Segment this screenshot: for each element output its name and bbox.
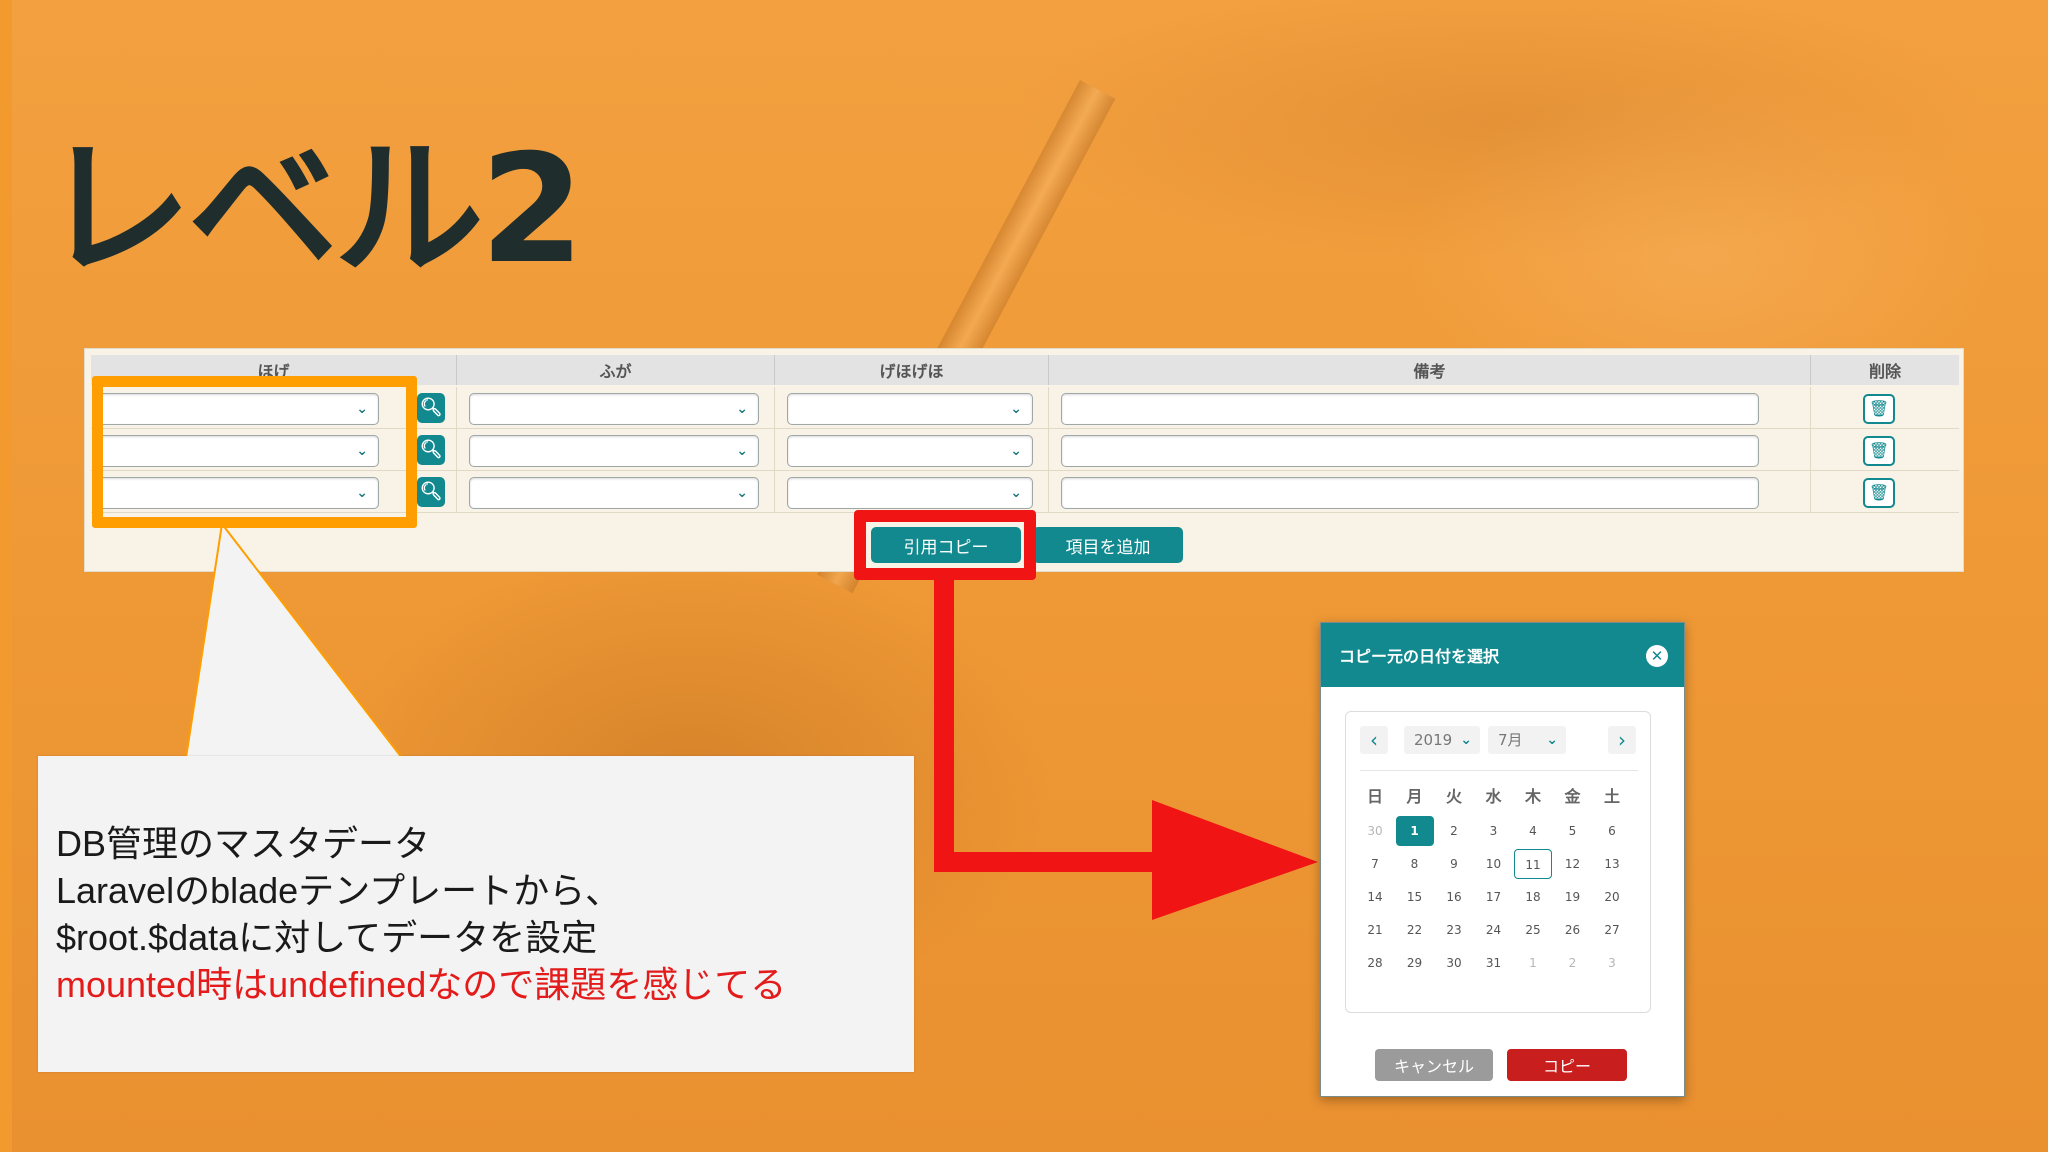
calendar-day[interactable]: 2: [1554, 948, 1592, 978]
calendar-day[interactable]: 9: [1435, 849, 1473, 879]
calendar-day[interactable]: 20: [1593, 882, 1631, 912]
calendar-day[interactable]: 1: [1395, 816, 1434, 846]
close-button[interactable]: ✕: [1646, 645, 1668, 667]
weekday-label: 火: [1445, 787, 1462, 806]
calendar-day[interactable]: 6: [1593, 816, 1631, 846]
copy-button[interactable]: コピー: [1507, 1049, 1627, 1081]
calendar-day[interactable]: 3: [1593, 948, 1631, 978]
calendar-day[interactable]: 25: [1514, 915, 1552, 945]
prev-month-button[interactable]: ‹: [1360, 726, 1388, 754]
chevron-down-icon: ⌄: [1460, 732, 1472, 748]
calendar-day[interactable]: 24: [1475, 915, 1513, 945]
calendar-day[interactable]: 7: [1356, 849, 1394, 879]
calendar-day[interactable]: 28: [1356, 948, 1394, 978]
calendar-day[interactable]: 10: [1475, 849, 1513, 879]
calendar-day[interactable]: 17: [1475, 882, 1513, 912]
year-value: 2019: [1414, 731, 1453, 749]
calendar-day[interactable]: 21: [1356, 915, 1394, 945]
calendar-day[interactable]: 30: [1435, 948, 1473, 978]
weekday-label: 日: [1366, 787, 1383, 806]
calendar-day[interactable]: 16: [1435, 882, 1473, 912]
calendar-day[interactable]: 4: [1514, 816, 1552, 846]
calendar-day[interactable]: 11: [1514, 849, 1552, 879]
calendar-day[interactable]: 8: [1396, 849, 1434, 879]
calendar-day[interactable]: 30: [1356, 816, 1394, 846]
calendar-day[interactable]: 29: [1396, 948, 1434, 978]
cancel-button[interactable]: キャンセル: [1375, 1049, 1493, 1081]
calendar-day[interactable]: 31: [1475, 948, 1513, 978]
dialog-title: コピー元の日付を選択: [1339, 647, 1500, 666]
close-icon: ✕: [1650, 647, 1664, 665]
calendar-divider: [1360, 770, 1638, 771]
calendar-day[interactable]: 1: [1514, 948, 1552, 978]
calendar-day[interactable]: 13: [1593, 849, 1631, 879]
calendar-day[interactable]: 15: [1396, 882, 1434, 912]
calendar-day[interactable]: 14: [1356, 882, 1394, 912]
year-select[interactable]: 2019 ⌄: [1404, 726, 1480, 754]
weekday-label: 木: [1524, 787, 1541, 806]
calendar-day[interactable]: 19: [1554, 882, 1592, 912]
month-value: 7月: [1498, 731, 1523, 749]
calendar-day[interactable]: 2: [1435, 816, 1473, 846]
flow-arrow: [934, 580, 1318, 920]
weekday-label: 水: [1485, 787, 1502, 806]
arrow-line: [934, 580, 1160, 872]
weekday-label: 月: [1406, 787, 1423, 806]
chevron-right-icon: ›: [1618, 728, 1626, 752]
calendar-day[interactable]: 3: [1475, 816, 1513, 846]
calendar-day[interactable]: 23: [1435, 915, 1473, 945]
calendar-day[interactable]: 18: [1514, 882, 1552, 912]
calendar-day[interactable]: 22: [1396, 915, 1434, 945]
chevron-left-icon: ‹: [1370, 728, 1378, 752]
weekday-label: 金: [1564, 787, 1581, 806]
arrow-head: [1152, 800, 1318, 920]
calendar-day[interactable]: 26: [1554, 915, 1592, 945]
calendar-day[interactable]: 12: [1554, 849, 1592, 879]
copy-date-dialog: コピー元の日付を選択 ✕ ‹ 2019 ⌄ 7月 ⌄ › 日月火水木金土 30 1 2 3 4…: [1320, 622, 1685, 1097]
next-month-button[interactable]: ›: [1608, 726, 1636, 754]
calendar: ‹ 2019 ⌄ 7月 ⌄ › 日月火水木金土 30 1 2 3 4 5 6 7 8 9 10 11 12 13…: [1345, 711, 1651, 1013]
chevron-down-icon: ⌄: [1546, 732, 1558, 748]
calendar-day[interactable]: 27: [1593, 915, 1631, 945]
weekday-label: 土: [1603, 787, 1620, 806]
dialog-header: コピー元の日付を選択 ✕: [1321, 623, 1684, 687]
calendar-day[interactable]: 5: [1554, 816, 1592, 846]
month-select[interactable]: 7月 ⌄: [1488, 726, 1566, 754]
